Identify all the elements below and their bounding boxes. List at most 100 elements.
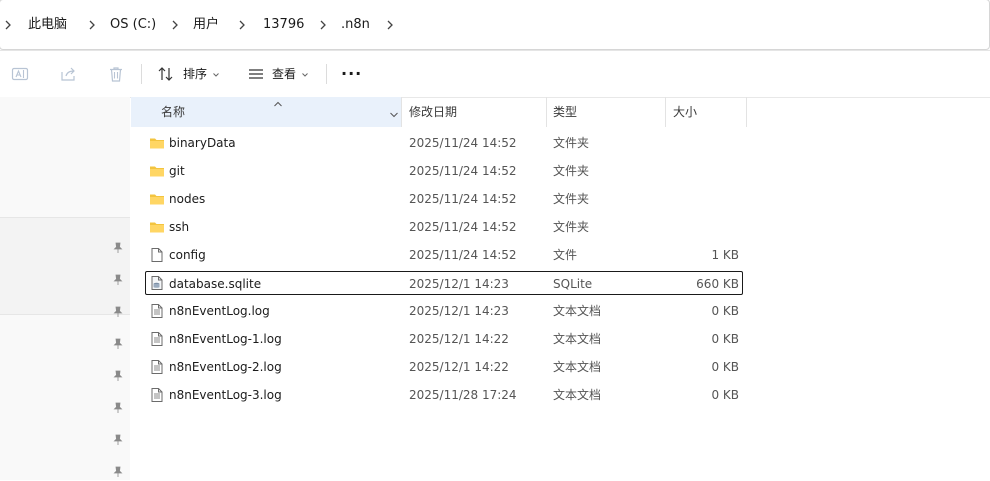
file-row[interactable]: nodes 2025/11/24 14:52 文件夹 [145,187,743,211]
column-header-name[interactable]: 名称 [161,97,185,127]
navigation-pane-section [0,217,130,315]
column-divider[interactable] [401,97,402,127]
chevron-right-icon[interactable] [2,19,14,31]
folder-icon [149,191,165,207]
file-date: 2025/11/24 14:52 [409,164,517,178]
file-name: n8nEventLog-2.log [169,360,282,374]
file-type: 文件夹 [553,164,590,178]
file-row[interactable]: n8nEventLog-1.log 2025/12/1 14:22 文本文档 0… [145,327,743,351]
sort-label: 排序 [183,67,208,81]
rename-icon[interactable] [11,65,29,83]
chevron-right-icon[interactable] [317,19,329,31]
file-name: nodes [169,192,206,206]
breadcrumb-n8n[interactable]: .n8n [341,0,370,50]
file-date: 2025/12/1 14:22 [409,332,509,346]
file-date: 2025/11/28 17:24 [409,388,517,402]
column-header-date[interactable]: 修改日期 [409,97,457,127]
file-date: 2025/12/1 14:23 [409,304,509,318]
file-row[interactable]: config 2025/11/24 14:52 文件 1 KB [145,243,743,267]
chevron-right-icon[interactable] [86,19,98,31]
file-type: 文件夹 [553,192,590,206]
command-bar: 排序 查看 ··· [0,51,990,98]
pin-icon[interactable] [112,306,124,318]
file-size: 1 KB [711,248,739,262]
breadcrumb-users[interactable]: 用户 [193,0,219,50]
column-filter-chevron-icon[interactable] [389,108,399,122]
file-type: 文件夹 [553,220,590,234]
chevron-down-icon [301,60,309,88]
column-header-size[interactable]: 大小 [673,97,697,127]
file-date: 2025/11/24 14:52 [409,248,517,262]
pin-icon[interactable] [112,242,124,254]
file-name: n8nEventLog.log [169,304,270,318]
pin-icon[interactable] [112,434,124,446]
file-name: binaryData [169,136,236,150]
column-header-type[interactable]: 类型 [553,97,577,127]
breadcrumb-this-pc[interactable]: 此电脑 [28,0,67,50]
file-name: database.sqlite [169,277,262,291]
column-divider[interactable] [746,97,747,127]
breadcrumb-user-folder[interactable]: 13796 [263,0,304,50]
file-row[interactable]: ssh 2025/11/24 14:52 文件夹 [145,215,743,239]
delete-icon[interactable] [107,65,125,83]
pin-icon[interactable] [112,370,124,382]
file-row-selected[interactable]: database.sqlite 2025/12/1 14:23 SQLite 6… [145,271,743,295]
file-type: 文件 [553,248,578,262]
text-file-icon [149,331,165,347]
file-size: 0 KB [711,388,739,402]
file-name: ssh [169,220,190,234]
file-date: 2025/12/1 14:22 [409,360,509,374]
share-icon[interactable] [59,65,77,83]
file-name: n8nEventLog-3.log [169,388,282,402]
view-list-icon [247,65,265,83]
chevron-down-icon [212,60,220,88]
more-options-button[interactable]: ··· [341,60,362,88]
column-divider[interactable] [546,97,547,127]
text-file-icon [149,359,165,375]
file-row[interactable]: n8nEventLog.log 2025/12/1 14:23 文本文档 0 K… [145,299,743,323]
chevron-right-icon[interactable] [384,19,396,31]
pin-icon[interactable] [112,402,124,414]
file-type: 文件夹 [553,136,590,150]
file-date: 2025/11/24 14:52 [409,136,517,150]
navigation-pane[interactable] [0,97,130,480]
folder-icon [149,163,165,179]
column-divider[interactable] [665,97,666,127]
toolbar-divider [326,64,327,84]
file-type: 文本文档 [553,388,602,402]
sort-icon [157,65,175,83]
pin-icon[interactable] [112,338,124,350]
file-size: 0 KB [711,360,739,374]
file-date: 2025/11/24 14:52 [409,192,517,206]
text-file-icon [149,387,165,403]
file-name: n8nEventLog-1.log [169,332,282,346]
file-name: git [169,164,185,178]
file-size: 660 KB [696,277,739,291]
folder-icon [149,135,165,151]
view-label: 查看 [272,67,297,81]
file-name: config [169,248,206,262]
chevron-right-icon[interactable] [236,19,248,31]
file-row[interactable]: n8nEventLog-2.log 2025/12/1 14:22 文本文档 0… [145,355,743,379]
text-file-icon [149,303,165,319]
sort-ascending-icon [273,96,283,110]
file-icon [149,247,165,263]
sqlite-icon [149,275,165,291]
file-type: 文本文档 [553,360,602,374]
file-size: 0 KB [711,332,739,346]
toolbar-divider [141,64,142,84]
pin-icon[interactable] [112,466,124,478]
folder-icon [149,219,165,235]
file-type: SQLite [553,277,593,291]
chevron-right-icon[interactable] [169,19,181,31]
file-date: 2025/12/1 14:23 [409,277,509,291]
file-date: 2025/11/24 14:52 [409,220,517,234]
breadcrumb-os-c[interactable]: OS (C:) [110,0,156,50]
file-row[interactable]: n8nEventLog-3.log 2025/11/28 17:24 文本文档 … [145,383,743,407]
file-size: 0 KB [711,304,739,318]
file-row[interactable]: binaryData 2025/11/24 14:52 文件夹 [145,131,743,155]
file-row[interactable]: git 2025/11/24 14:52 文件夹 [145,159,743,183]
file-type: 文本文档 [553,332,602,346]
pin-icon[interactable] [112,274,124,286]
address-bar[interactable]: 此电脑 OS (C:) 用户 13796 .n8n [0,0,990,51]
